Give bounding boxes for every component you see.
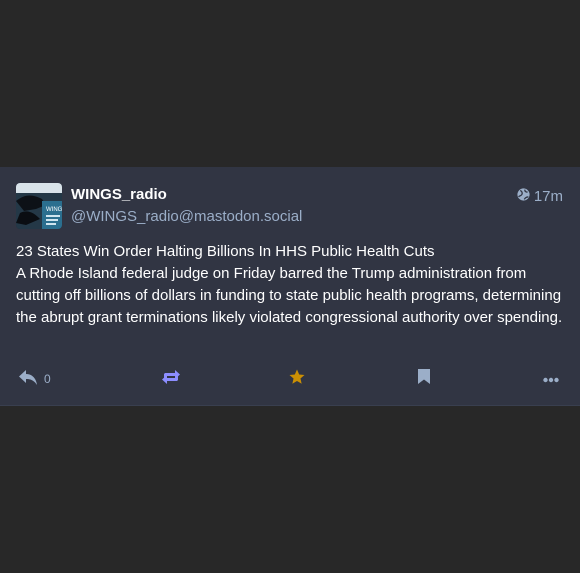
relative-time[interactable]: 17m <box>534 188 563 205</box>
display-name[interactable]: WINGS_radio <box>71 186 167 203</box>
status-card[interactable]: WINGS WINGS_radio @WINGS_radio@mastodon.… <box>0 167 580 406</box>
timeline-background: WINGS WINGS_radio @WINGS_radio@mastodon.… <box>0 0 580 573</box>
reply-count: 0 <box>44 372 51 386</box>
reply-icon <box>18 368 38 391</box>
action-bar: 0 <box>16 366 564 392</box>
status-meta[interactable]: 17m <box>517 188 563 205</box>
favourite-button[interactable] <box>288 366 306 392</box>
avatar-image: WINGS <box>16 183 62 229</box>
ellipsis-icon <box>543 370 559 388</box>
more-options-button[interactable] <box>543 366 559 392</box>
avatar[interactable]: WINGS <box>16 183 62 229</box>
boost-button[interactable] <box>161 366 181 392</box>
avatar-logo-text: WINGS <box>46 207 62 213</box>
globe-icon <box>517 188 530 205</box>
content-body: A Rhode Island federal judge on Friday b… <box>16 265 563 326</box>
boost-icon <box>161 369 181 390</box>
bookmark-button[interactable] <box>417 366 431 392</box>
content-title: 23 States Win Order Halting Billions In … <box>16 243 435 260</box>
star-icon <box>288 368 306 391</box>
account-handle[interactable]: @WINGS_radio@mastodon.social <box>71 208 302 225</box>
bookmark-icon <box>417 368 431 390</box>
reply-button[interactable]: 0 <box>18 366 51 392</box>
status-content: 23 States Win Order Halting Billions In … <box>16 241 564 329</box>
